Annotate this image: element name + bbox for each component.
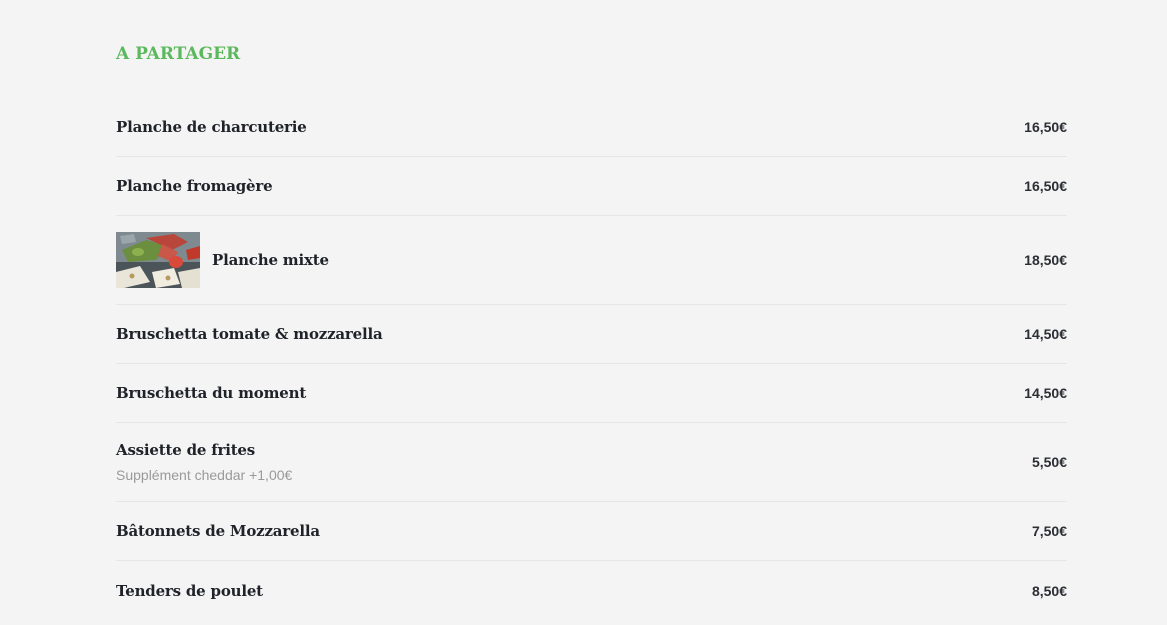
item-info: Tenders de poulet xyxy=(116,581,263,601)
item-name: Planche mixte xyxy=(212,251,329,269)
item-name: Bruschetta tomate & mozzarella xyxy=(116,325,383,343)
item-name: Planche fromagère xyxy=(116,177,273,195)
item-price: 14,50€ xyxy=(1024,385,1067,401)
menu-item[interactable]: Planche mixte 18,50€ xyxy=(116,216,1067,305)
menu-item[interactable]: Planche de charcuterie 16,50€ xyxy=(116,98,1067,157)
item-info: Planche mixte xyxy=(116,232,329,288)
menu-item[interactable]: Bruschetta du moment 14,50€ xyxy=(116,364,1067,423)
item-info: Bruschetta tomate & mozzarella xyxy=(116,324,383,344)
charcuterie-board-image xyxy=(116,232,200,288)
item-price: 18,50€ xyxy=(1024,252,1067,268)
item-price: 8,50€ xyxy=(1031,582,1067,599)
item-name: Bruschetta du moment xyxy=(116,384,307,402)
item-name: Planche de charcuterie xyxy=(116,118,307,136)
item-price: 16,50€ xyxy=(1024,119,1067,135)
item-price: 5,50€ xyxy=(1031,454,1067,470)
item-info: Assiette de frites Supplément cheddar +1… xyxy=(116,440,292,484)
item-price: 7,50€ xyxy=(1031,523,1067,539)
section-title: A PARTAGER xyxy=(116,44,241,64)
item-price: 14,50€ xyxy=(1024,326,1067,342)
menu-item[interactable]: Tenders de poulet 8,50€ xyxy=(116,561,1067,620)
item-name: Tenders de poulet xyxy=(116,581,263,600)
menu-item[interactable]: Bâtonnets de Mozzarella 7,50€ xyxy=(116,502,1067,561)
item-info: Bruschetta du moment xyxy=(116,383,306,403)
item-price: 16,50€ xyxy=(1024,178,1067,194)
menu-item[interactable]: Assiette de frites Supplément cheddar +1… xyxy=(116,423,1067,502)
menu-item[interactable]: Bruschetta tomate & mozzarella 14,50€ xyxy=(116,305,1067,364)
item-thumbnail[interactable] xyxy=(116,232,200,288)
menu-item[interactable]: Planche fromagère 16,50€ xyxy=(116,157,1067,216)
item-info: Bâtonnets de Mozzarella xyxy=(116,521,320,541)
item-name: Bâtonnets de Mozzarella xyxy=(116,522,320,540)
item-description: Supplément cheddar +1,00€ xyxy=(116,467,293,483)
item-info: Planche de charcuterie xyxy=(116,117,307,137)
menu-list: Planche de charcuterie 16,50€ Planche fr… xyxy=(116,98,1067,620)
item-info: Planche fromagère xyxy=(116,176,273,196)
item-name: Assiette de frites xyxy=(116,441,256,459)
